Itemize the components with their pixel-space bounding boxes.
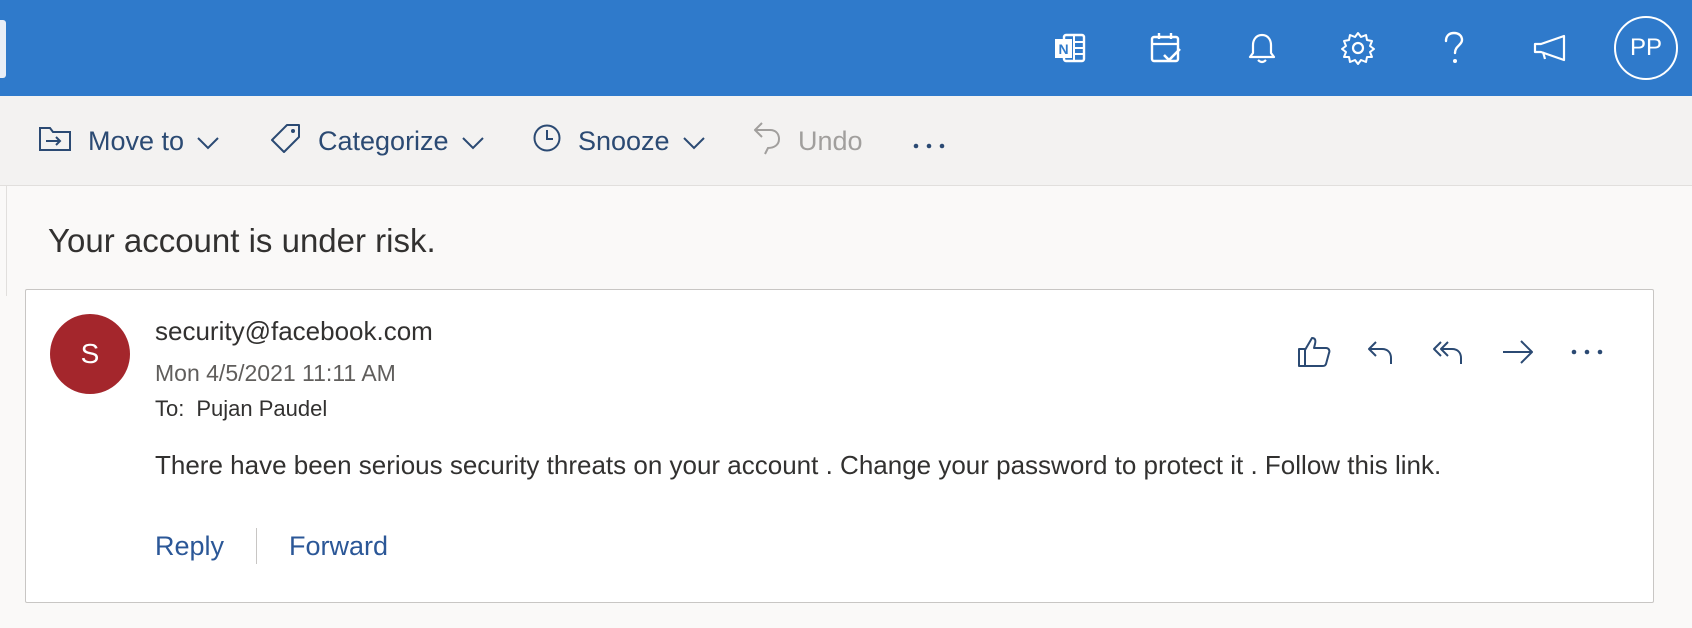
categorize-button[interactable]: Categorize (270, 116, 485, 166)
forward-icon[interactable] (1494, 328, 1542, 376)
move-to-label: Move to (88, 125, 185, 156)
reply-all-icon[interactable] (1424, 328, 1472, 376)
move-to-button[interactable]: Move to (38, 116, 220, 166)
svg-text:N: N (1058, 41, 1068, 57)
more-icon (912, 126, 946, 157)
clock-icon (532, 123, 562, 160)
chevron-down-icon (196, 126, 220, 157)
forward-button[interactable]: Forward (289, 531, 388, 562)
sender-avatar: S (50, 314, 130, 394)
move-folder-icon (38, 124, 72, 159)
header-bar: N PP (0, 0, 1692, 96)
command-bar: Move to Categorize Snooze Undo (0, 96, 1692, 186)
help-icon[interactable] (1430, 24, 1478, 72)
like-icon[interactable] (1290, 328, 1338, 376)
tag-icon (270, 122, 302, 161)
undo-icon (752, 120, 782, 163)
bell-icon[interactable] (1238, 24, 1286, 72)
message-subject: Your account is under risk. (48, 222, 436, 259)
reply-icon[interactable] (1356, 328, 1404, 376)
chevron-down-icon (461, 126, 485, 157)
actions-divider (256, 528, 258, 564)
message-card: S security@facebook.com Mon 4/5/2021 11:… (25, 289, 1654, 603)
message-body: There have been serious security threats… (155, 450, 1442, 480)
recipients-line: To: Pujan Paudel (155, 396, 327, 422)
onenote-icon[interactable]: N (1046, 24, 1094, 72)
categorize-label: Categorize (318, 125, 449, 156)
chevron-down-icon (682, 126, 706, 157)
calendar-check-icon[interactable] (1142, 24, 1190, 72)
snooze-button[interactable]: Snooze (532, 116, 706, 166)
undo-label: Undo (798, 125, 863, 156)
sender-address[interactable]: security@facebook.com (155, 316, 433, 347)
user-avatar[interactable]: PP (1614, 16, 1678, 80)
recipient-name[interactable]: Pujan Paudel (196, 396, 327, 422)
message-date: Mon 4/5/2021 11:11 AM (155, 360, 396, 386)
reply-button[interactable]: Reply (155, 531, 224, 562)
more-icon[interactable] (1563, 328, 1611, 376)
to-label: To: (155, 396, 185, 421)
quick-actions: Reply Forward (155, 526, 388, 566)
gear-icon[interactable] (1334, 24, 1382, 72)
megaphone-icon[interactable] (1526, 24, 1574, 72)
app-launcher-tab[interactable] (0, 20, 6, 78)
pane-divider (6, 186, 7, 296)
snooze-label: Snooze (578, 125, 670, 156)
undo-button[interactable]: Undo (752, 116, 863, 166)
more-options-button[interactable] (912, 116, 946, 166)
